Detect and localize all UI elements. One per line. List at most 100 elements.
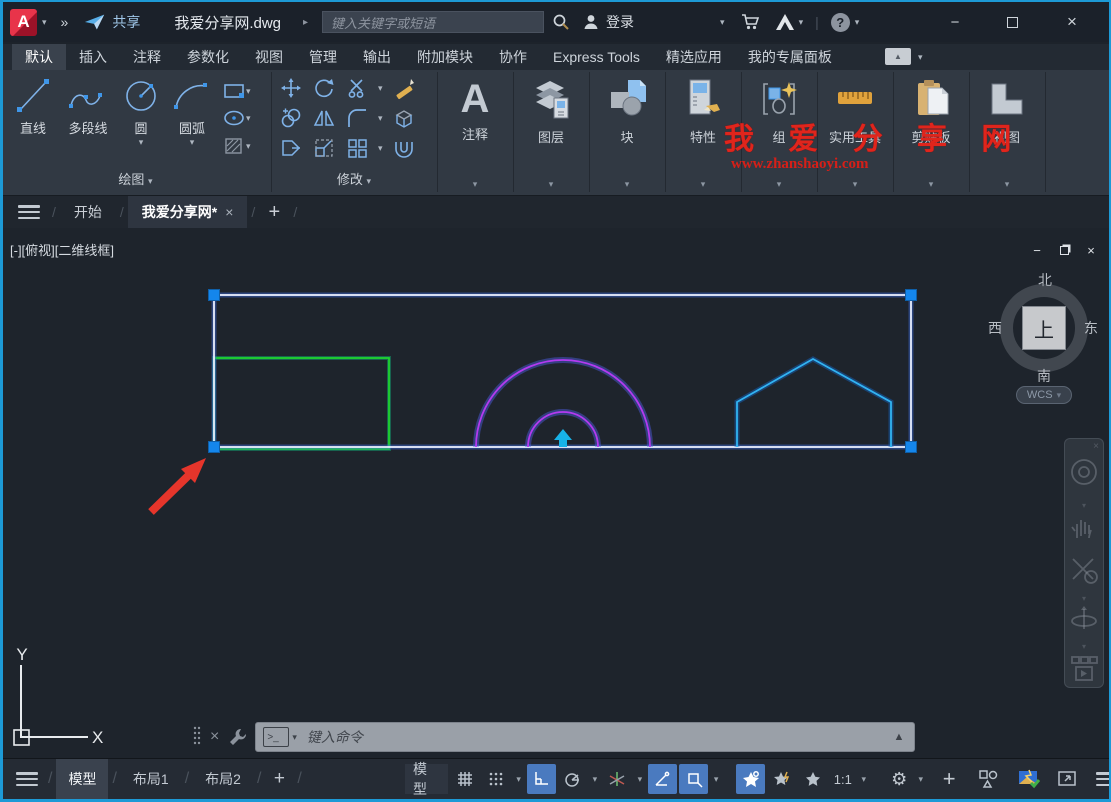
snap-toggle[interactable] (482, 764, 511, 794)
tab-insert[interactable]: 插入 (66, 44, 120, 70)
polar-caret-icon[interactable]: ▾ (589, 774, 601, 785)
isodraft-toggle[interactable] (603, 764, 632, 794)
file-tab-close-icon[interactable]: × (225, 204, 233, 220)
trim-tool[interactable] (345, 76, 369, 100)
ellipse-tool[interactable]: ▾ (222, 104, 268, 132)
tab-output[interactable]: 输出 (350, 44, 404, 70)
annotation-scale-value[interactable]: 1:1 (830, 764, 856, 794)
move-tool[interactable] (279, 76, 303, 100)
circle-tool-caret-icon[interactable]: ▾ (139, 137, 144, 148)
layout2-tab[interactable]: 布局2 (193, 759, 253, 800)
annotation-monitor-button[interactable]: + (935, 764, 964, 794)
app-menu-caret-icon[interactable]: ▾ (42, 17, 47, 28)
annotation-visibility-toggle[interactable] (736, 764, 765, 794)
array-caret-icon[interactable]: ▾ (378, 143, 383, 154)
mirror-tool[interactable] (312, 106, 336, 130)
hatch-tool[interactable]: ▾ (222, 132, 268, 160)
file-tab-start[interactable]: 开始 (60, 196, 116, 228)
wcs-dropdown[interactable]: WCS▾ (1016, 386, 1072, 404)
share-button[interactable]: 共享 (112, 12, 140, 32)
drawing-close-icon[interactable]: × (1080, 242, 1102, 258)
tab-featured-apps[interactable]: 精选应用 (653, 44, 735, 70)
cart-icon[interactable] (741, 13, 761, 31)
help-icon[interactable]: ? (831, 13, 850, 32)
tab-manage[interactable]: 管理 (296, 44, 350, 70)
user-icon[interactable] (582, 13, 600, 31)
grid-toggle[interactable] (450, 764, 479, 794)
otrack-toggle[interactable] (648, 764, 677, 794)
navbar-close-icon[interactable]: × (1065, 439, 1103, 452)
viewcube[interactable]: 北 西 东 上 南 WCS▾ (996, 270, 1092, 410)
trim-caret-icon[interactable]: ▾ (378, 83, 383, 94)
new-tab-button[interactable]: + (259, 199, 289, 225)
new-layout-button[interactable]: + (265, 764, 293, 794)
autodesk-logo-icon[interactable] (775, 13, 795, 31)
offset-tool[interactable] (392, 136, 416, 160)
annotation-autoscale-toggle[interactable] (767, 764, 796, 794)
modify-panel-label[interactable]: 修改 ▾ (271, 169, 437, 188)
viewport-controls[interactable]: [-][俯视][二维线框] (10, 240, 114, 259)
zoom-caret-icon[interactable]: ▾ (1065, 594, 1103, 603)
block-caret-icon[interactable]: ▾ (589, 179, 665, 190)
viewcube-east[interactable]: 东 (1084, 318, 1098, 338)
search-icon[interactable] (552, 13, 570, 31)
ribbon-minimize-button[interactable]: ▲ (885, 48, 911, 65)
line-tool[interactable]: 直线 (8, 74, 58, 137)
polyline-tool[interactable]: 多段线 (58, 74, 118, 137)
isolate-objects-button[interactable] (974, 764, 1003, 794)
ortho-toggle[interactable] (527, 764, 556, 794)
title-caret-right-icon[interactable]: ▸ (303, 17, 308, 28)
close-button[interactable]: × (1055, 9, 1089, 35)
groups-caret-icon[interactable]: ▾ (741, 179, 817, 190)
share-plane-icon[interactable] (84, 13, 106, 31)
command-wrench-icon[interactable] (227, 726, 249, 748)
pan-hand-icon[interactable] (1065, 510, 1103, 546)
layout-menu-icon[interactable] (16, 772, 38, 786)
tab-addins[interactable]: 附加模块 (404, 44, 486, 70)
annotate-caret-icon[interactable]: ▾ (437, 179, 513, 190)
draw-panel-label[interactable]: 绘图 ▾ (0, 169, 271, 188)
search-input[interactable]: 键入关键字或短语 (322, 11, 544, 33)
rotate-tool[interactable] (312, 76, 336, 100)
scale-tool[interactable] (312, 136, 336, 160)
tab-my-panel[interactable]: 我的专属面板 (735, 44, 845, 70)
arc-tool[interactable]: 圆弧 ▾ (166, 74, 218, 148)
autodesk-caret-icon[interactable]: ▾ (799, 17, 804, 28)
viewcube-west[interactable]: 西 (988, 318, 1002, 338)
tab-express-tools[interactable]: Express Tools (540, 44, 653, 70)
circle-tool[interactable]: 圆 ▾ (118, 74, 164, 148)
showmotion-icon[interactable] (1065, 651, 1103, 687)
model-tab[interactable]: 模型 (56, 759, 108, 800)
layout1-tab[interactable]: 布局1 (121, 759, 181, 800)
viewcube-south[interactable]: 南 (1037, 366, 1051, 386)
fillet-tool[interactable] (345, 106, 369, 130)
help-caret-icon[interactable]: ▾ (855, 17, 860, 28)
drawing-minimize-icon[interactable]: − (1026, 242, 1048, 258)
copy-tool[interactable] (279, 106, 303, 130)
properties-caret-icon[interactable]: ▾ (665, 179, 741, 190)
ribbon-minimize-caret-icon[interactable]: ▾ (918, 52, 923, 63)
view-caret-icon[interactable]: ▾ (969, 179, 1045, 190)
panel-annotate[interactable]: A 注释 ▾ (437, 70, 513, 194)
utilities-caret-icon[interactable]: ▾ (817, 179, 893, 190)
stretch-tool[interactable] (279, 136, 303, 160)
command-bar[interactable]: >_ ▾ 键入命令 ▲ (255, 722, 915, 752)
annotation-scale-caret-icon[interactable]: ▾ (858, 774, 870, 785)
isodraft-caret-icon[interactable]: ▾ (634, 774, 646, 785)
model-space-button[interactable]: 模型 (405, 764, 448, 794)
annotation-scale-icon[interactable] (799, 764, 828, 794)
fillet-caret-icon[interactable]: ▾ (378, 113, 383, 124)
snap-caret-icon[interactable]: ▾ (513, 774, 525, 785)
clean-screen-button[interactable] (1052, 764, 1081, 794)
tab-default[interactable]: 默认 (12, 44, 66, 70)
arc-tool-caret-icon[interactable]: ▾ (190, 137, 195, 148)
viewcube-top-face[interactable]: 上 (1022, 306, 1066, 350)
command-input[interactable]: 键入命令 (307, 727, 894, 747)
tab-annotate[interactable]: 注释 (120, 44, 174, 70)
command-close-icon[interactable]: × (210, 728, 219, 746)
workspace-caret-icon[interactable]: ▾ (915, 774, 927, 785)
tab-collaborate[interactable]: 协作 (486, 44, 540, 70)
command-prompt-icon[interactable]: >_ (263, 727, 289, 747)
graphics-performance-button[interactable] (1013, 764, 1042, 794)
quick-access-expand-icon[interactable]: » (61, 14, 69, 30)
